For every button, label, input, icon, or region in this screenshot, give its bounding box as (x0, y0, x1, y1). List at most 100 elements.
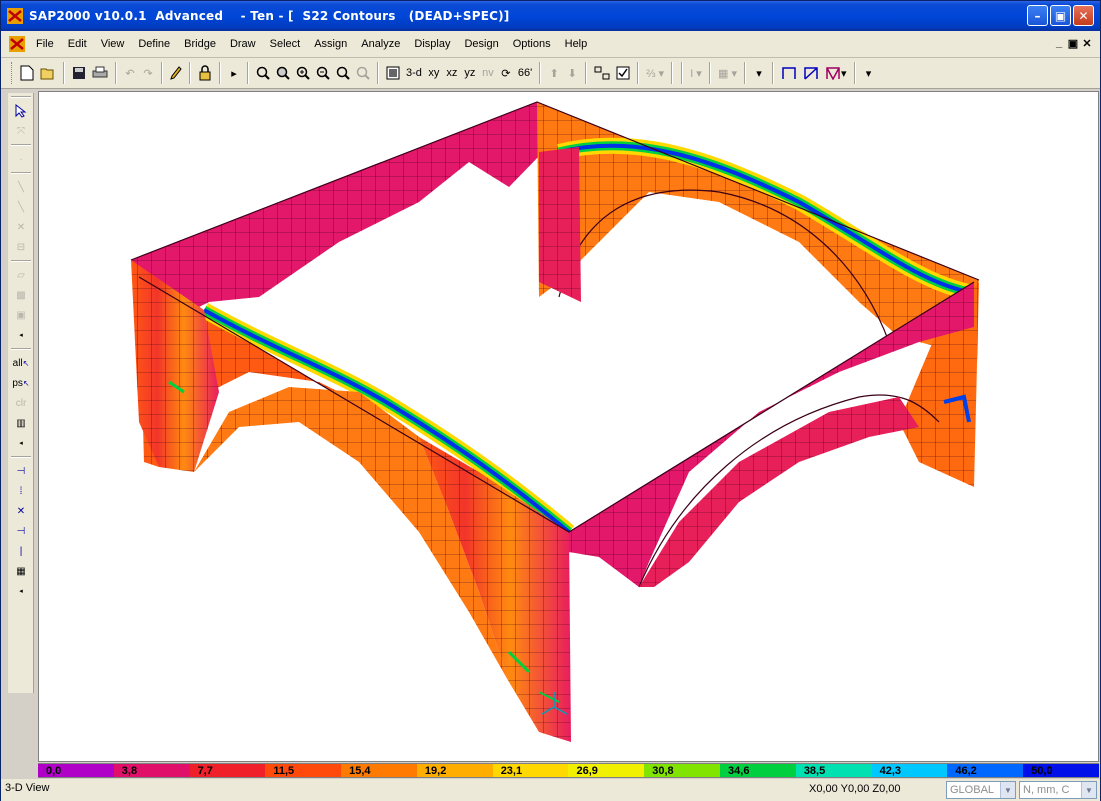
units-select[interactable]: N, mm, C ▼ (1019, 781, 1097, 799)
snap-ends-icon[interactable]: ⁞ (8, 481, 34, 501)
window-title: SAP2000 v10.0.1 Advanced - Ten - [ S22 C… (29, 9, 510, 23)
view-xy-button[interactable]: xy (425, 62, 443, 84)
reshape-icon[interactable]: ⤧ (8, 121, 34, 141)
intersecting-line-icon[interactable]: ▥ (8, 413, 34, 433)
chevron-down-icon[interactable]: ▼ (1000, 782, 1015, 798)
legend-label: 11,5 (273, 765, 295, 777)
snap-perpendicular-icon[interactable]: ⊣ (8, 521, 34, 541)
menu-analyze[interactable]: Analyze (354, 35, 407, 53)
run-icon[interactable]: ▸ (225, 62, 243, 84)
legend-segment: 3,8 (113, 764, 190, 777)
snap-intersections-icon[interactable]: ✕ (8, 501, 34, 521)
save-icon[interactable] (69, 62, 89, 84)
undo-icon[interactable]: ↶ (121, 62, 139, 84)
open-icon[interactable] (37, 62, 59, 84)
menu-edit[interactable]: Edit (61, 35, 94, 53)
frame-icon[interactable] (778, 62, 800, 84)
more-snap-icon[interactable]: ◂ (8, 581, 34, 601)
zoom-extents-icon[interactable] (273, 62, 293, 84)
draw-poly-area-icon[interactable]: ▱ (8, 265, 34, 285)
down-icon[interactable]: ⬇ (563, 62, 581, 84)
legend-segment: 46,2 (947, 764, 1024, 777)
mdi-minimize-button[interactable]: _ (1052, 36, 1066, 50)
close-button[interactable]: ✕ (1073, 5, 1094, 26)
new-icon[interactable] (17, 62, 37, 84)
model-view-canvas[interactable] (38, 91, 1099, 762)
legend-label: 23,1 (500, 765, 523, 777)
pencil-icon[interactable] (167, 62, 185, 84)
menu-bridge[interactable]: Bridge (177, 35, 223, 53)
up-icon[interactable]: ⬆ (545, 62, 563, 84)
draw-frame-icon[interactable]: ╲ (8, 177, 34, 197)
percent-icon[interactable]: ⅔ ▾ (643, 62, 667, 84)
object-shrink-icon[interactable] (591, 62, 613, 84)
quick-draw-brace-icon[interactable]: ✕ (8, 217, 34, 237)
draw-rect-area-icon[interactable]: ▩ (8, 285, 34, 305)
area-section-icon[interactable]: ▦ ▾ (715, 62, 740, 84)
menu-options[interactable]: Options (506, 35, 558, 53)
draw-joint-icon[interactable]: · (8, 149, 34, 169)
zoom-window-icon[interactable] (253, 62, 273, 84)
view-xz-button[interactable]: xz (443, 62, 461, 84)
snap-fine-grid-icon[interactable]: ▦ (8, 561, 34, 581)
view-nv-button[interactable]: nv (479, 62, 497, 84)
snap-points-icon[interactable]: ⊣ (8, 461, 34, 481)
restore-button[interactable]: ▣ (1050, 5, 1071, 26)
refresh-icon[interactable] (383, 62, 403, 84)
legend-label: 50,0 (1031, 765, 1053, 777)
status-bar: 3-D View X0,00 Y0,00 Z0,00 GLOBAL ▼ N, m… (1, 779, 1100, 801)
quick-draw-area-icon[interactable]: ▣ (8, 305, 34, 325)
legend-label: 3,8 (121, 765, 138, 777)
menu-define[interactable]: Define (131, 35, 177, 53)
legend-label: 15,4 (349, 765, 371, 777)
pan-icon[interactable] (333, 62, 353, 84)
print-icon[interactable] (89, 62, 111, 84)
zoom-out-icon[interactable] (313, 62, 333, 84)
redo-icon[interactable]: ↷ (139, 62, 157, 84)
zoom-previous-icon[interactable] (353, 62, 373, 84)
mdi-restore-button[interactable]: ▣ (1066, 36, 1080, 50)
legend-segment: 38,5 (795, 764, 872, 777)
legend-segment: 15,4 (341, 764, 417, 777)
draw-link-icon[interactable]: ⊟ (8, 237, 34, 257)
menu-display[interactable]: Display (407, 35, 457, 53)
coord-system-select[interactable]: GLOBAL ▼ (946, 781, 1016, 799)
minimize-button[interactable]: – (1027, 5, 1048, 26)
document-icon[interactable] (9, 36, 25, 52)
menu-design[interactable]: Design (457, 35, 505, 53)
more-select-icon[interactable]: ◂ (8, 433, 34, 453)
clear-selection-button[interactable]: clr (8, 393, 34, 413)
select-all-button[interactable]: all ↖ (8, 353, 34, 373)
legend-segment: 30,8 (644, 764, 721, 777)
toolbar-grip[interactable] (11, 62, 14, 84)
view-3d-button[interactable]: 3-d (403, 62, 425, 84)
more-tools-icon[interactable]: ◂ (8, 325, 34, 345)
view-yz-button[interactable]: yz (461, 62, 479, 84)
chevron-down-icon[interactable]: ▼ (1081, 782, 1096, 798)
menu-file[interactable]: File (29, 35, 61, 53)
title-bar[interactable]: SAP2000 v10.0.1 Advanced - Ten - [ S22 C… (1, 1, 1100, 31)
legend-segment: 34,6 (720, 764, 796, 777)
quick-draw-frame-icon[interactable]: ╲ (8, 197, 34, 217)
menu-help[interactable]: Help (558, 35, 595, 53)
pointer-icon[interactable] (8, 101, 34, 121)
menu-view[interactable]: View (94, 35, 132, 53)
main-toolbar: ↶ ↷ ▸ 3-d xy xz yz nv ⟳ 66' ⬆ ⬇ ⅔ ▾ I ▾ (1, 58, 1100, 89)
snap-lines-icon[interactable]: | (8, 541, 34, 561)
section-icon[interactable]: I ▾ (687, 62, 705, 84)
rotate-icon[interactable]: ⟳ (497, 62, 515, 84)
zoom-in-icon[interactable] (293, 62, 313, 84)
perspective-icon[interactable]: 66' (515, 62, 535, 84)
menu-select[interactable]: Select (263, 35, 308, 53)
truss-icon[interactable]: ▾ (822, 62, 850, 84)
menu-assign[interactable]: Assign (307, 35, 354, 53)
lock-icon[interactable] (195, 62, 215, 84)
mdi-close-button[interactable]: ✕ (1080, 36, 1094, 50)
legend-label: 0,0 (46, 765, 62, 777)
get-previous-selection-button[interactable]: ps ↖ (8, 373, 34, 393)
menu-draw[interactable]: Draw (223, 35, 263, 53)
set-display-icon[interactable] (613, 62, 633, 84)
more-dropdown-icon[interactable]: ▾ (860, 62, 878, 84)
brace-frame-icon[interactable] (800, 62, 822, 84)
dropdown-icon[interactable]: ▾ (750, 62, 768, 84)
